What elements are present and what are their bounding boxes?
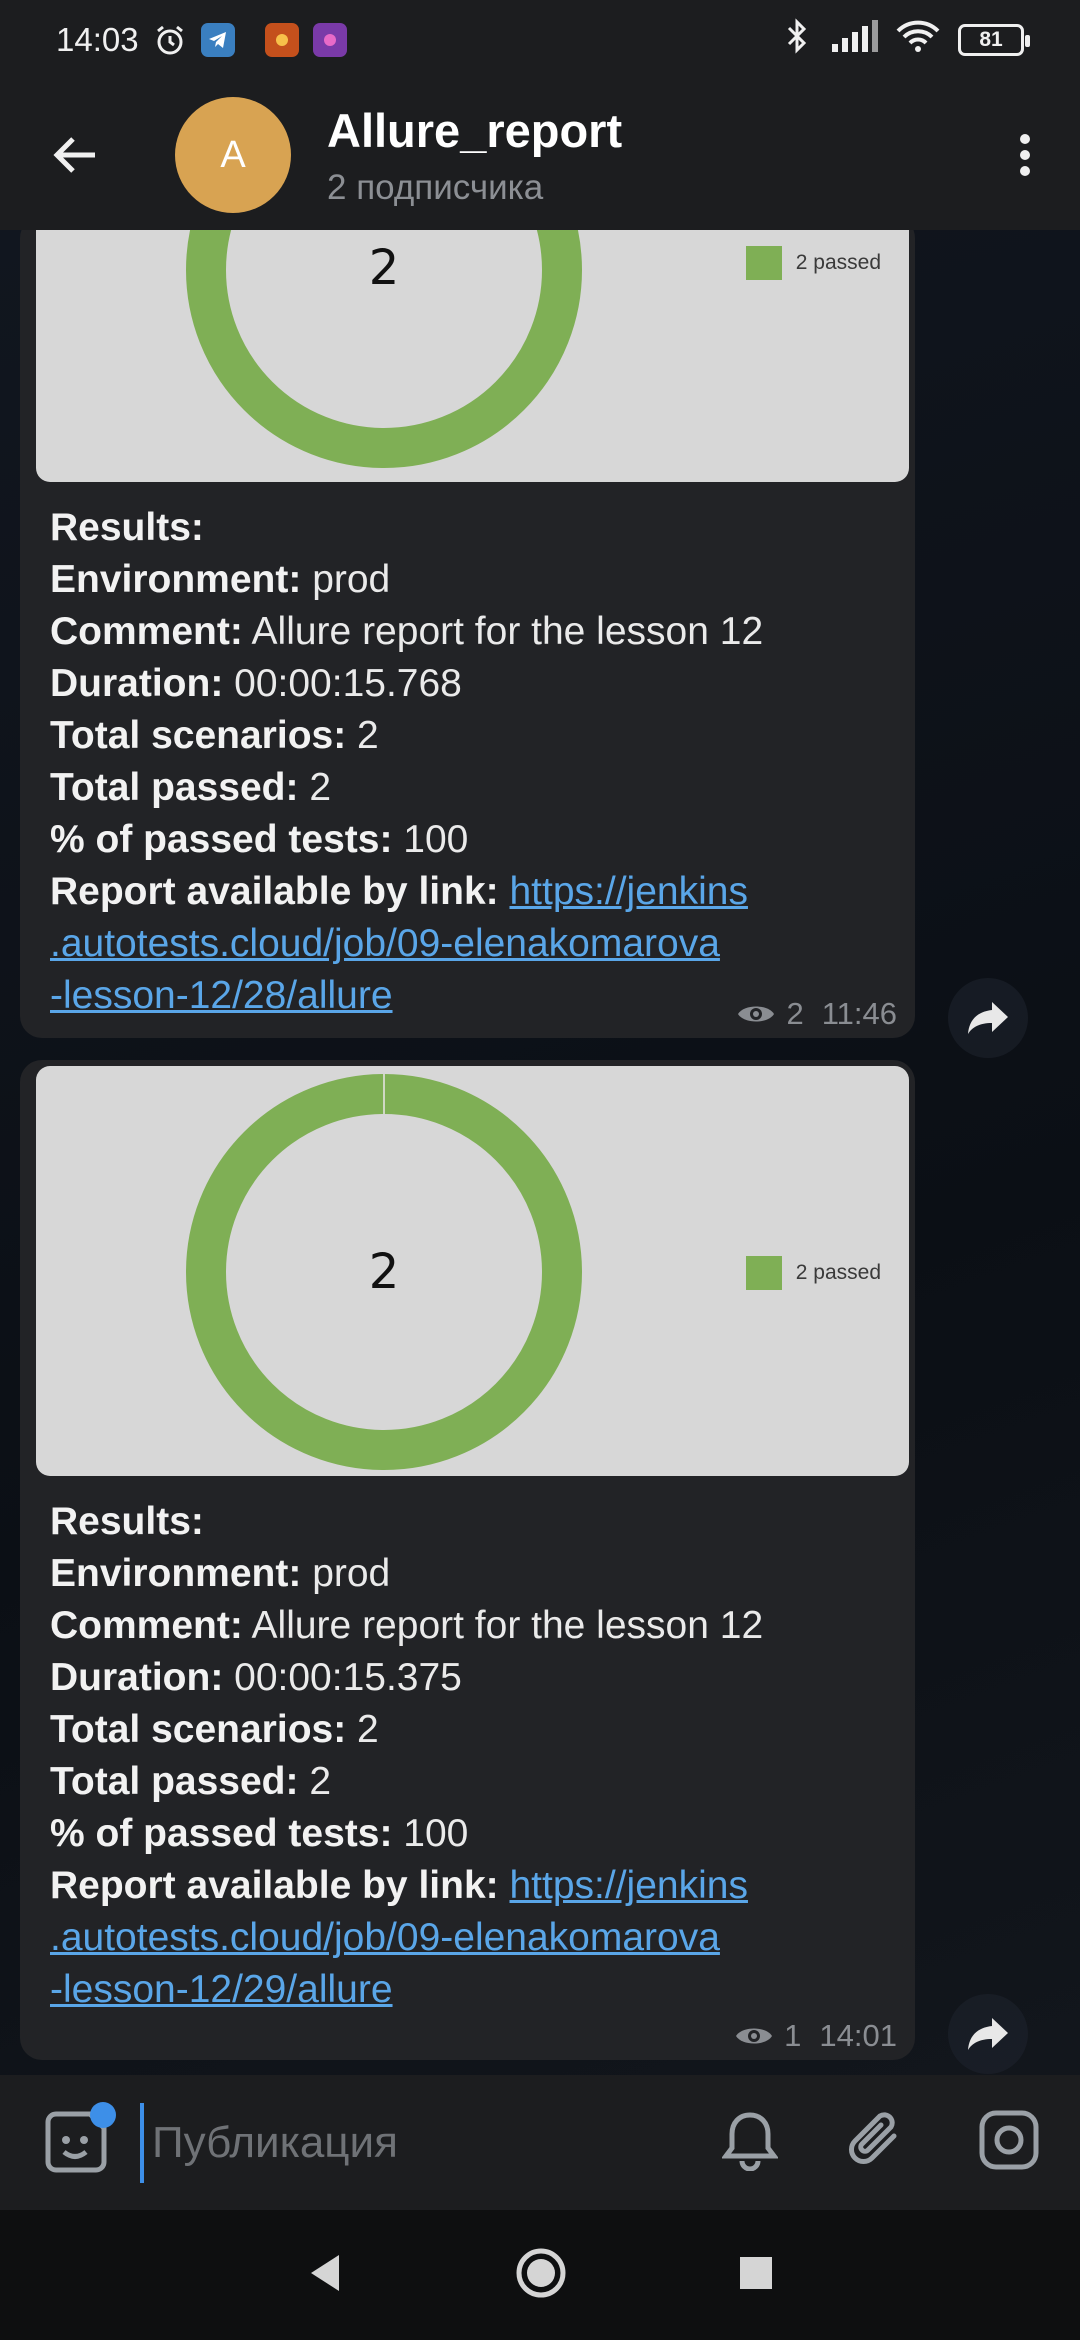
percent-passed-value: 100: [392, 1812, 469, 1855]
percent-passed-label: % of passed tests:: [50, 1812, 393, 1855]
environment-label: Environment:: [50, 558, 302, 601]
paperclip-icon[interactable]: [848, 2108, 908, 2177]
report-link[interactable]: https://jenkins: [509, 1864, 747, 1907]
total-scenarios-value: 2: [346, 1708, 379, 1751]
system-nav-bar: [0, 2210, 1080, 2340]
share-arrow-icon: [968, 1002, 1008, 1034]
view-count: 2: [786, 996, 804, 1031]
report-link-end[interactable]: -lesson-12/28/allure: [50, 974, 393, 1017]
total-scenarios-label: Total scenarios:: [50, 1708, 347, 1751]
eye-icon: [738, 1006, 775, 1022]
duration-value: 00:00:15.768: [223, 662, 462, 705]
channel-avatar[interactable]: A: [175, 97, 291, 213]
chart-legend: 2 passed: [745, 246, 881, 280]
share-button[interactable]: [948, 978, 1028, 1058]
chat-title: Allure_report: [327, 103, 623, 157]
report-link-label: Report available by link:: [50, 870, 499, 913]
total-scenarios-label: Total scenarios:: [50, 714, 347, 757]
results-label: Results:: [50, 1500, 204, 1543]
instagram-icon[interactable]: [978, 2109, 1040, 2176]
composer-actions: [721, 2108, 1040, 2177]
message-chart-image[interactable]: 2 2 passed: [36, 1066, 909, 1476]
composer-bar: [0, 2075, 1080, 2210]
message-input[interactable]: [140, 2102, 700, 2183]
chat-info[interactable]: Allure_report 2 подписчика: [327, 103, 622, 208]
duration-value: 00:00:15.375: [223, 1656, 462, 1699]
battery-level: 81: [979, 28, 1003, 51]
bell-icon[interactable]: [721, 2109, 779, 2176]
message-meta: 1 14:01: [734, 2018, 897, 2054]
environment-value: prod: [301, 558, 391, 601]
comment-value: Allure report for the lesson 12: [242, 610, 764, 653]
sticker-button[interactable]: [40, 2101, 116, 2178]
duration-label: Duration:: [50, 1656, 224, 1699]
nav-home-icon[interactable]: [515, 2247, 567, 2304]
status-right: 81: [782, 18, 1030, 62]
chat-subtitle: 2 подписчика: [327, 167, 544, 207]
chat-area[interactable]: 2 2 passed Results: Environment: prod Co…: [0, 230, 1080, 2075]
message-bubble[interactable]: 2 2 passed Results: Environment: prod Co…: [20, 230, 915, 1038]
percent-passed-value: 100: [392, 818, 469, 861]
legend-label: 2 passed: [795, 1261, 881, 1284]
message-bubble[interactable]: 2 2 passed Results: Environment: prod Co…: [20, 1060, 915, 2060]
donut-center-value: 2: [369, 1244, 400, 1300]
total-passed-label: Total passed:: [50, 1760, 299, 1803]
report-link-label: Report available by link:: [50, 1864, 499, 1907]
message-text: Results: Environment: prod Comment: Allu…: [20, 1476, 915, 2028]
telegram-icon: [200, 23, 235, 57]
view-count: 1: [784, 2018, 802, 2053]
share-button[interactable]: [948, 1994, 1028, 2074]
total-passed-value: 2: [298, 766, 332, 809]
message-time: 11:46: [821, 996, 897, 1031]
signal-icon: [830, 20, 878, 60]
comment-label: Comment:: [50, 610, 243, 653]
status-time: 14:03: [56, 21, 139, 58]
wifi-icon: [896, 19, 940, 61]
status-bar: 14:03 81: [0, 0, 1080, 80]
battery-icon: 81: [958, 24, 1030, 56]
eye-icon: [736, 2028, 773, 2044]
message-text: Results: Environment: prod Comment: Allu…: [20, 482, 915, 1034]
nav-back-icon[interactable]: [305, 2251, 345, 2300]
donut-chart: 2: [186, 230, 582, 468]
report-link-end[interactable]: -lesson-12/29/allure: [50, 1968, 393, 2011]
message-meta: 2 11:46: [736, 996, 897, 1032]
alarm-icon: [153, 23, 187, 57]
results-label: Results:: [50, 506, 204, 549]
report-link-cont[interactable]: .autotests.cloud/job/09-elenakomarova: [50, 1916, 720, 1959]
comment-value: Allure report for the lesson 12: [242, 1604, 764, 1647]
legend-swatch: [745, 1256, 782, 1290]
status-left: 14:03: [56, 21, 347, 59]
more-menu-button[interactable]: [970, 80, 1080, 230]
share-arrow-icon: [968, 2018, 1008, 2050]
donut-chart: 2: [186, 1074, 582, 1470]
back-button[interactable]: [0, 80, 150, 230]
bluetooth-icon: [782, 18, 812, 62]
duration-label: Duration:: [50, 662, 224, 705]
environment-label: Environment:: [50, 1552, 302, 1595]
app-icon: [264, 23, 299, 57]
nav-recents-icon[interactable]: [737, 2254, 775, 2297]
notification-dot: [90, 2101, 116, 2128]
message-time: 14:01: [819, 2018, 897, 2053]
app-icon-2: [312, 23, 347, 57]
environment-value: prod: [301, 1552, 391, 1595]
more-vert-icon: [1020, 134, 1030, 176]
app-bar: A Allure_report 2 подписчика: [0, 80, 1080, 230]
total-scenarios-value: 2: [346, 714, 379, 757]
percent-passed-label: % of passed tests:: [50, 818, 393, 861]
comment-label: Comment:: [50, 1604, 243, 1647]
legend-swatch: [745, 246, 782, 280]
total-passed-label: Total passed:: [50, 766, 299, 809]
total-passed-value: 2: [298, 1760, 332, 1803]
avatar-letter: A: [220, 133, 246, 176]
message-chart-image[interactable]: 2 2 passed: [36, 230, 909, 482]
back-arrow-icon: [53, 137, 95, 173]
donut-center-value: 2: [369, 240, 400, 296]
report-link-cont[interactable]: .autotests.cloud/job/09-elenakomarova: [50, 922, 720, 965]
report-link[interactable]: https://jenkins: [509, 870, 747, 913]
chart-legend: 2 passed: [745, 1256, 881, 1290]
legend-label: 2 passed: [795, 251, 881, 274]
